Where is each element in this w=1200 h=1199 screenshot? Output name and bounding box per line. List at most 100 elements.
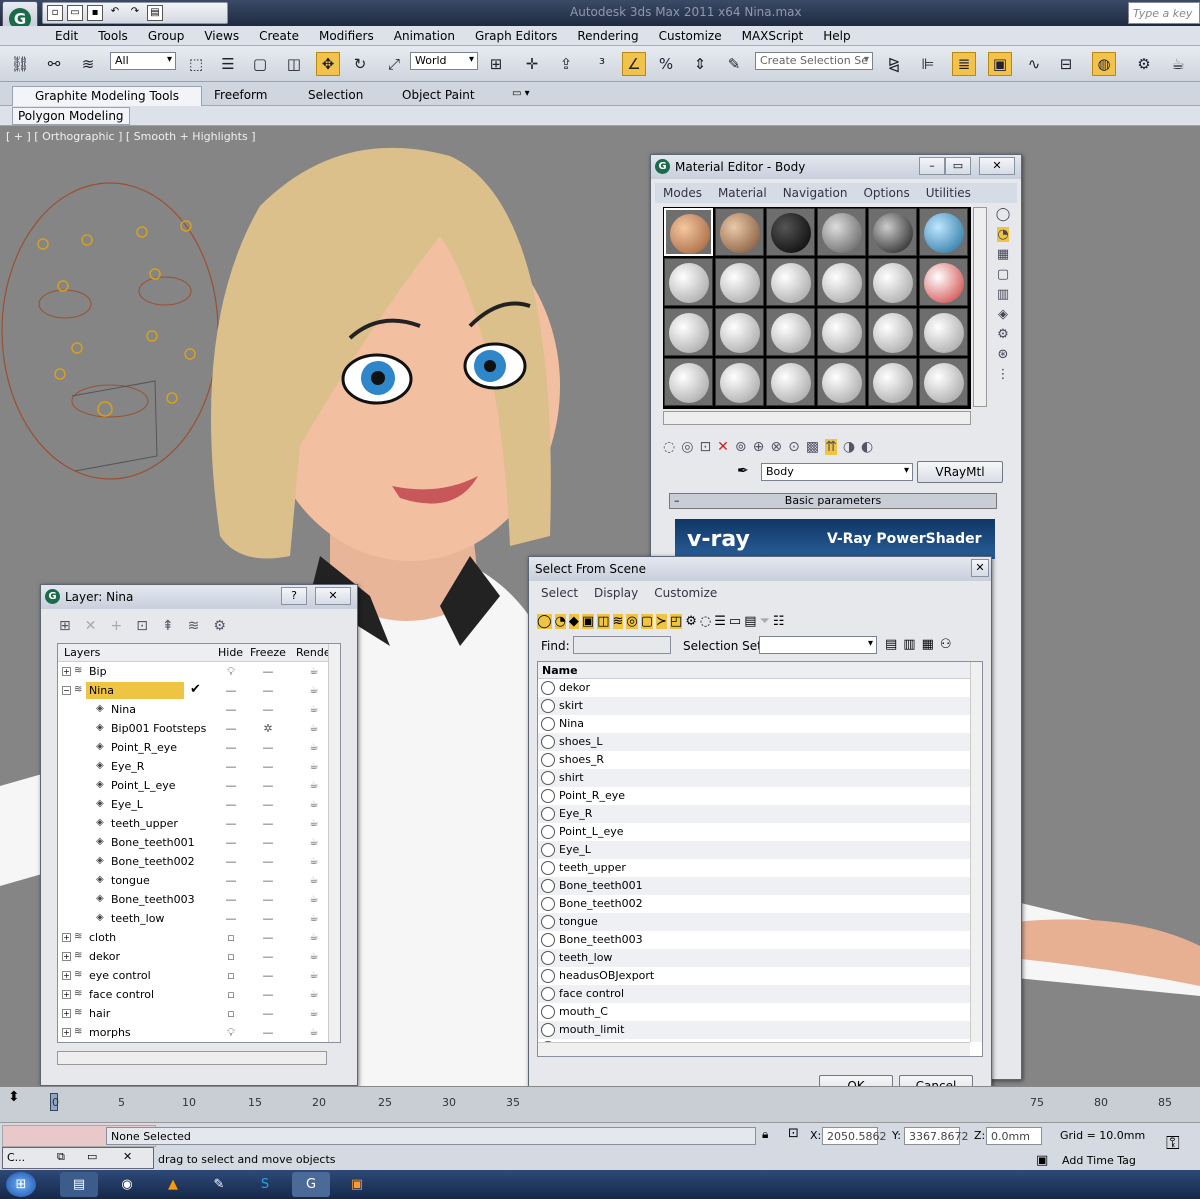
menu-create[interactable]: Create [249,26,309,45]
render-teapot-icon[interactable]: ☕ [306,761,322,772]
spinner-snap-icon[interactable]: ⇕ [688,52,712,76]
go-forward-icon[interactable]: ◐ [861,439,873,455]
create-layer-icon[interactable]: ⊞ [59,618,71,634]
background-icon[interactable]: ▦ [997,247,1009,262]
column-render[interactable]: Rende [296,646,331,659]
render-teapot-icon[interactable]: ☕ [306,837,322,848]
scene-object-row[interactable]: dekor [538,679,970,697]
open-file-icon[interactable]: ▭ [67,5,83,21]
hide-toggle[interactable]: — [224,760,238,773]
sel-set-options-icon[interactable]: ⚇ [940,637,952,652]
display-cameras-icon[interactable]: ▣ [581,613,595,629]
sample-slots-hscrollbar[interactable] [663,411,971,425]
firefox-taskbar-icon[interactable]: ◉ [108,1172,146,1197]
render-production-icon[interactable]: ☕ [1166,52,1190,76]
filter-list-icon[interactable]: ☷ [773,614,785,629]
scene-object-row[interactable]: Bone_teeth003 [538,931,970,949]
selection-set-dropdown[interactable] [759,636,877,654]
render-teapot-icon[interactable]: ☕ [306,894,322,905]
render-teapot-icon[interactable]: ☕ [306,1008,322,1019]
hide-toggle[interactable]: — [224,684,238,697]
minimize-button[interactable]: – [919,157,945,175]
mirror-icon[interactable]: ⧎ [882,52,906,76]
hide-toggle[interactable]: — [224,874,238,887]
display-groups-icon[interactable]: ◎ [626,613,638,629]
sel-set-highlight-icon[interactable]: ▦ [922,637,934,652]
menu-customize[interactable]: Customize [646,583,725,603]
time-slider-track[interactable]: ⬍ 0 5 10 15 20 25 30 35 75 80 85 [0,1086,1200,1122]
material-name-field[interactable]: Body [761,463,913,481]
expand-toggle[interactable]: + [62,971,71,980]
render-teapot-icon[interactable]: ☕ [306,856,322,867]
add-time-tag[interactable]: Add Time Tag [1062,1154,1136,1167]
layer-row[interactable]: + ≋ cloth ▫ — ☕ [58,928,328,947]
layer-row[interactable]: ◈ Bone_teeth002 — — ☕ [58,852,328,871]
close-button[interactable]: ✕ [971,559,989,577]
render-teapot-icon[interactable]: ☕ [306,951,322,962]
display-geometry-icon[interactable]: ◯ [537,613,552,629]
render-teapot-icon[interactable]: ☕ [306,818,322,829]
select-and-move-icon[interactable]: ✥ [316,52,340,76]
scene-object-row[interactable]: Point_L_eye [538,823,970,841]
freeze-toggle[interactable]: — [261,931,275,944]
material-sample-slot[interactable] [868,358,917,406]
backlight-icon[interactable]: ◔ [997,227,1009,242]
display-hidden-icon[interactable]: ◌ [700,614,711,629]
layer-row[interactable]: + ≋ hair ▫ — ☕ [58,1004,328,1023]
display-containers-icon[interactable]: ◰ [669,613,683,629]
sel-set-add-icon[interactable]: ▤ [885,637,897,652]
go-to-parent-icon[interactable]: ◑ [843,439,855,455]
render-teapot-icon[interactable]: ☕ [306,799,322,810]
render-teapot-icon[interactable]: ☕ [306,666,322,677]
3dsmax-taskbar-icon[interactable]: G [292,1172,330,1197]
scene-object-row[interactable]: mouth_C [538,1003,970,1021]
hide-toggle[interactable]: ▫ [224,1007,238,1020]
freeze-toggle[interactable]: — [261,874,275,887]
render-teapot-icon[interactable]: ☕ [306,780,322,791]
layer-row[interactable]: − ≋ Nina ✔ — — ☕ [58,681,328,700]
freeze-toggle[interactable]: — [261,855,275,868]
assign-to-selection-icon[interactable]: ⊡ [699,439,711,455]
layer-window-titlebar[interactable]: G Layer: Nina ? ✕ [41,585,357,609]
show-end-result-icon[interactable]: ⇈ [825,439,837,455]
menu-options[interactable]: Options [855,183,917,203]
freeze-toggle[interactable]: — [261,893,275,906]
freeze-toggle[interactable]: — [261,760,275,773]
menu-graph-editors[interactable]: Graph Editors [465,26,567,45]
display-frozen-icon[interactable]: ⚙ [685,614,697,629]
display-xrefs-icon[interactable]: ▢ [640,613,654,629]
material-editor-icon[interactable]: ◍ [1092,52,1116,76]
material-sample-slot[interactable] [919,258,968,306]
menu-navigation[interactable]: Navigation [775,183,856,203]
material-sample-slot[interactable] [766,208,815,256]
absolute-mode-icon[interactable]: ⊡ [788,1126,799,1141]
tab-graphite-modeling-tools[interactable]: Graphite Modeling Tools [12,86,203,106]
selection-lock-icon[interactable]: 🔒︎ [762,1127,768,1142]
render-teapot-icon[interactable]: ☕ [306,913,322,924]
snaps-toggle-icon[interactable]: ³ [590,52,614,76]
render-setup-icon[interactable]: ⚙ [1132,52,1156,76]
explorer-taskbar-icon[interactable]: ▤ [60,1172,98,1197]
layer-row[interactable]: ◈ Bone_teeth001 — — ☕ [58,833,328,852]
help-button[interactable]: ? [281,587,307,605]
menu-views[interactable]: Views [194,26,249,45]
show-map-in-viewport-icon[interactable]: ▩ [806,439,819,455]
menu-maxscript[interactable]: MAXScript [732,26,814,45]
freeze-toggle[interactable]: — [261,1007,275,1020]
render-teapot-icon[interactable]: ☕ [306,742,322,753]
video-color-check-icon[interactable]: ▥ [997,287,1009,302]
curve-editor-icon[interactable]: ∿ [1022,52,1046,76]
freeze-toggle[interactable]: — [261,798,275,811]
basic-parameters-rollout[interactable]: – Basic parameters [669,493,997,509]
hide-toggle[interactable]: ▫ [224,969,238,982]
display-shapes-icon[interactable]: ◔ [554,613,566,629]
put-to-library-icon[interactable]: ⊗ [770,439,782,455]
material-sample-slot[interactable] [919,308,968,356]
named-selection-dropdown[interactable]: Create Selection Se [755,52,873,70]
skype-taskbar-icon[interactable]: S [246,1172,284,1197]
hide-toggle[interactable]: — [224,722,238,735]
layer-list-vscrollbar[interactable] [328,644,340,1042]
close-button[interactable]: ✕ [315,587,351,605]
material-sample-slot[interactable] [868,258,917,306]
material-map-navigator-icon[interactable]: ⋮ [997,367,1010,382]
